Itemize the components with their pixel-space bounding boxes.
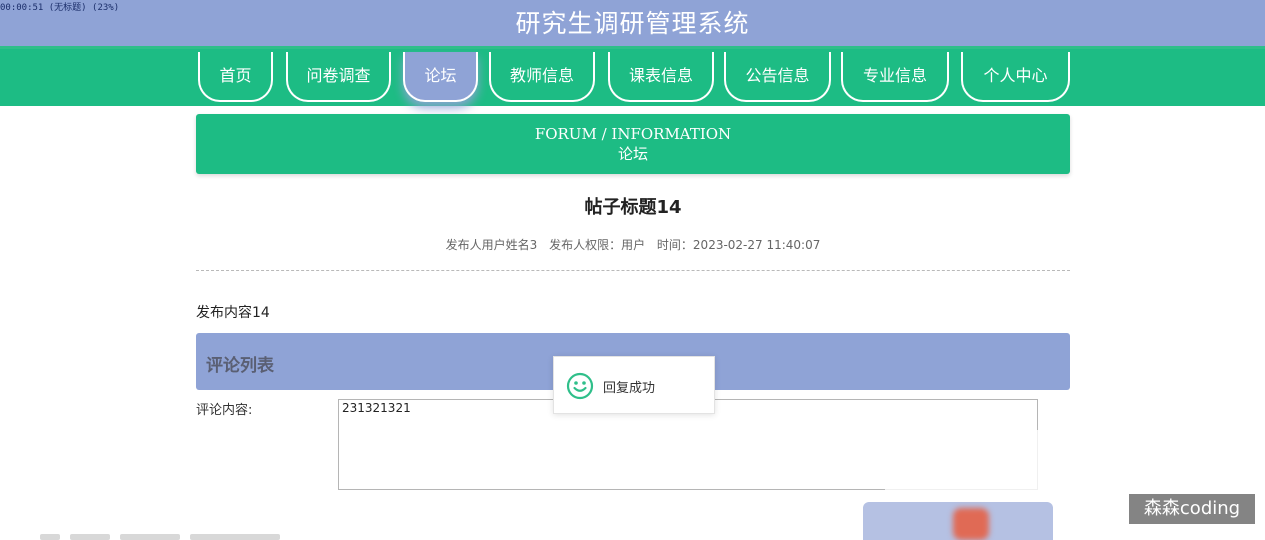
nav-item-notice-info[interactable]: 公告信息 [724, 52, 831, 102]
toast-message: 回复成功 [603, 381, 656, 396]
watermark: 森森coding [1129, 494, 1255, 524]
banner-chinese-title: 论坛 [617, 145, 648, 163]
nav-item-teacher-info[interactable]: 教师信息 [489, 52, 595, 102]
nav-item-home[interactable]: 首页 [198, 52, 273, 102]
nav-bar: 首页 问卷调查 论坛 教师信息 课表信息 公告信息 专业信息 个人中心 [0, 46, 1265, 106]
post-meta: 发布人用户姓名3 发布人权限：用户 时间：2023-02-27 11:40:07 [196, 236, 1070, 253]
comments-title: 评论列表 [206, 356, 274, 376]
post-title: 帖子标题14 [584, 197, 682, 218]
site-title: 研究生调研管理系统 [515, 9, 750, 38]
blurred-object [953, 508, 989, 540]
nav-menu: 首页 问卷调查 论坛 教师信息 课表信息 公告信息 专业信息 个人中心 [196, 49, 1071, 109]
post-time: 时间：2023-02-27 11:40:07 [656, 238, 821, 252]
blurred-footer [40, 534, 360, 540]
banner-english-title: FORUM / INFORMATION [534, 125, 732, 143]
smile-icon [566, 372, 594, 400]
nav-item-major-info[interactable]: 专业信息 [841, 52, 949, 102]
nav-item-personal-center[interactable]: 个人中心 [961, 52, 1070, 102]
page: 00:00:51 (无标题) (23%) 研究生调研管理系统 首页 问卷调查 论… [0, 0, 1265, 540]
section-banner: FORUM / INFORMATION 论坛 [196, 114, 1070, 174]
comment-label: 评论内容: [196, 403, 253, 418]
top-header: 00:00:51 (无标题) (23%) 研究生调研管理系统 [0, 0, 1265, 46]
success-toast: 回复成功 [553, 356, 715, 414]
divider [196, 270, 1070, 271]
nav-item-survey[interactable]: 问卷调查 [286, 52, 391, 102]
nav-item-schedule-info[interactable]: 课表信息 [608, 52, 714, 102]
nav-item-forum[interactable]: 论坛 [403, 52, 478, 102]
post-role: 发布人权限：用户 [549, 238, 646, 252]
post-author: 发布人用户姓名3 [445, 238, 538, 252]
post-content: 发布内容14 [196, 305, 270, 321]
